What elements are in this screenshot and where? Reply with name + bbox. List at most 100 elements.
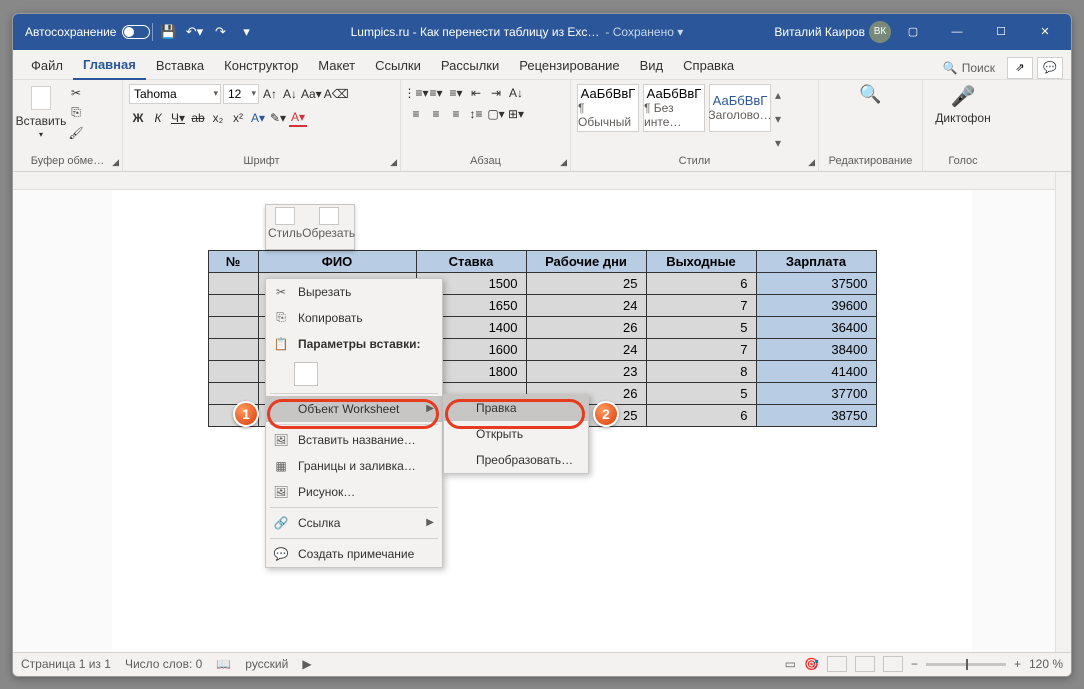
align-left-icon[interactable]: ≡ xyxy=(407,105,425,123)
close-icon[interactable]: ✕ xyxy=(1023,14,1067,50)
status-lang[interactable]: русский xyxy=(245,657,288,671)
align-right-icon[interactable]: ≡ xyxy=(447,105,465,123)
dialog-launcher-icon[interactable]: ◢ xyxy=(808,157,815,168)
menu-borders[interactable]: ▦Границы и заливка… xyxy=(266,453,442,479)
clear-format-icon[interactable]: A⌫ xyxy=(324,85,349,103)
comments-button[interactable]: 💬 xyxy=(1037,57,1063,79)
status-page[interactable]: Страница 1 из 1 xyxy=(21,657,111,671)
align-center-icon[interactable]: ≡ xyxy=(427,105,445,123)
undo-icon[interactable]: ↶▾ xyxy=(181,19,207,45)
menu-link[interactable]: 🔗Ссылка▶ xyxy=(266,510,442,536)
tab-design[interactable]: Конструктор xyxy=(214,52,308,79)
strike-button[interactable]: ab xyxy=(189,109,207,127)
multilevel-icon[interactable]: ≡▾ xyxy=(447,84,465,102)
italic-button[interactable]: К xyxy=(149,109,167,127)
underline-button[interactable]: Ч▾ xyxy=(169,109,187,127)
spellcheck-icon[interactable]: 📖 xyxy=(216,657,231,671)
tab-home[interactable]: Главная xyxy=(73,51,146,80)
tab-review[interactable]: Рецензирование xyxy=(509,52,629,79)
autosave-toggle[interactable]: Автосохранение xyxy=(25,25,150,39)
tab-insert[interactable]: Вставка xyxy=(146,52,214,79)
dialog-launcher-icon[interactable]: ◢ xyxy=(560,157,567,168)
format-painter-icon[interactable]: 🖌 xyxy=(67,124,85,142)
dialog-launcher-icon[interactable]: ◢ xyxy=(390,157,397,168)
view-print-icon[interactable] xyxy=(827,656,847,672)
vertical-scrollbar[interactable] xyxy=(1055,172,1071,652)
superscript-icon[interactable]: x² xyxy=(229,109,247,127)
change-case-icon[interactable]: Aa▾ xyxy=(301,85,322,103)
copy-icon[interactable]: ⎘ xyxy=(67,104,85,122)
th-salary: Зарплата xyxy=(756,250,876,272)
group-styles-label: Стили xyxy=(577,155,812,169)
tab-view[interactable]: Вид xyxy=(630,52,674,79)
shading-icon[interactable]: ▢▾ xyxy=(487,105,505,123)
ribbon-options-icon[interactable]: ▢ xyxy=(891,14,935,50)
submenu-edit[interactable]: Правка xyxy=(444,395,588,421)
annotation-badge: 2 xyxy=(593,401,619,427)
highlight-icon[interactable]: ✎▾ xyxy=(269,109,287,127)
minimize-icon[interactable]: — xyxy=(935,14,979,50)
shrink-font-icon[interactable]: A↓ xyxy=(281,85,299,103)
submenu-open[interactable]: Открыть xyxy=(444,421,588,447)
crop-button[interactable]: Обрезать xyxy=(302,207,355,247)
editing-button[interactable]: 🔍 xyxy=(849,84,893,155)
macro-icon[interactable]: ▶ xyxy=(302,657,311,671)
clipboard-icon xyxy=(31,86,51,110)
status-words[interactable]: Число слов: 0 xyxy=(125,657,202,671)
menu-paste-option[interactable] xyxy=(266,357,442,391)
indent-dec-icon[interactable]: ⇤ xyxy=(467,84,485,102)
menu-insert-caption[interactable]: 🖼Вставить название… xyxy=(266,427,442,453)
redo-icon[interactable]: ↷ xyxy=(207,19,233,45)
annotation-badge: 1 xyxy=(233,401,259,427)
menu-object-worksheet[interactable]: Объект Worksheet▶ xyxy=(266,396,442,422)
search-box[interactable]: 🔍Поиск xyxy=(935,58,1003,78)
sort-icon[interactable]: A↓ xyxy=(507,84,525,102)
cut-icon[interactable]: ✂ xyxy=(67,84,85,102)
save-icon[interactable]: 💾 xyxy=(155,19,181,45)
line-spacing-icon[interactable]: ↕≡ xyxy=(467,105,485,123)
dictate-button[interactable]: 🎤Диктофон xyxy=(941,84,985,155)
style-button[interactable]: Стиль xyxy=(268,207,302,247)
font-color-icon[interactable]: A▾ xyxy=(289,109,307,127)
tab-help[interactable]: Справка xyxy=(673,52,744,79)
group-voice-label: Голос xyxy=(929,155,997,169)
bullets-icon[interactable]: ⋮≡▾ xyxy=(407,84,425,102)
view-read-icon[interactable] xyxy=(855,656,875,672)
qat-more-icon[interactable]: ▾ xyxy=(233,19,259,45)
borders-icon[interactable]: ⊞▾ xyxy=(507,105,525,123)
grow-font-icon[interactable]: A↑ xyxy=(261,85,279,103)
maximize-icon[interactable]: ☐ xyxy=(979,14,1023,50)
zoom-value[interactable]: 120 % xyxy=(1029,657,1063,671)
share-button[interactable]: ⇗ xyxy=(1007,57,1033,79)
dialog-launcher-icon[interactable]: ◢ xyxy=(112,157,119,168)
font-size-combo[interactable]: 12 xyxy=(223,84,259,104)
tab-layout[interactable]: Макет xyxy=(308,52,365,79)
menu-picture[interactable]: 🖼Рисунок… xyxy=(266,479,442,505)
bold-button[interactable]: Ж xyxy=(129,109,147,127)
numbering-icon[interactable]: ≡▾ xyxy=(427,84,445,102)
view-web-icon[interactable] xyxy=(883,656,903,672)
ruler[interactable] xyxy=(13,172,1071,190)
style-normal[interactable]: АаБбВвГ¶ Обычный xyxy=(577,84,639,132)
zoom-slider[interactable] xyxy=(926,663,1006,666)
style-heading[interactable]: АаБбВвГЗаголово… xyxy=(709,84,771,132)
menu-cut[interactable]: ✂Вырезать xyxy=(266,279,442,305)
style-nospacing[interactable]: АаБбВвГ¶ Без инте… xyxy=(643,84,705,132)
zoom-in-icon[interactable]: + xyxy=(1014,657,1021,671)
subscript-icon[interactable]: x₂ xyxy=(209,109,227,127)
tab-mail[interactable]: Рассылки xyxy=(431,52,509,79)
focus-icon[interactable]: 🎯 xyxy=(804,657,819,671)
user-avatar[interactable]: ВК xyxy=(869,21,891,43)
th-dayoff: Выходные xyxy=(646,250,756,272)
zoom-out-icon[interactable]: − xyxy=(911,657,918,671)
displaymode-icon[interactable]: ▭ xyxy=(785,657,796,671)
text-effects-icon[interactable]: A▾ xyxy=(249,109,267,127)
submenu-convert[interactable]: Преобразовать… xyxy=(444,447,588,473)
paste-button[interactable]: Вставить▾ xyxy=(19,84,63,155)
menu-comment[interactable]: 💬Создать примечание xyxy=(266,541,442,567)
tab-refs[interactable]: Ссылки xyxy=(365,52,431,79)
menu-copy[interactable]: ⎘Копировать xyxy=(266,305,442,331)
indent-inc-icon[interactable]: ⇥ xyxy=(487,84,505,102)
font-name-combo[interactable]: Tahoma xyxy=(129,84,221,104)
tab-file[interactable]: Файл xyxy=(21,52,73,79)
